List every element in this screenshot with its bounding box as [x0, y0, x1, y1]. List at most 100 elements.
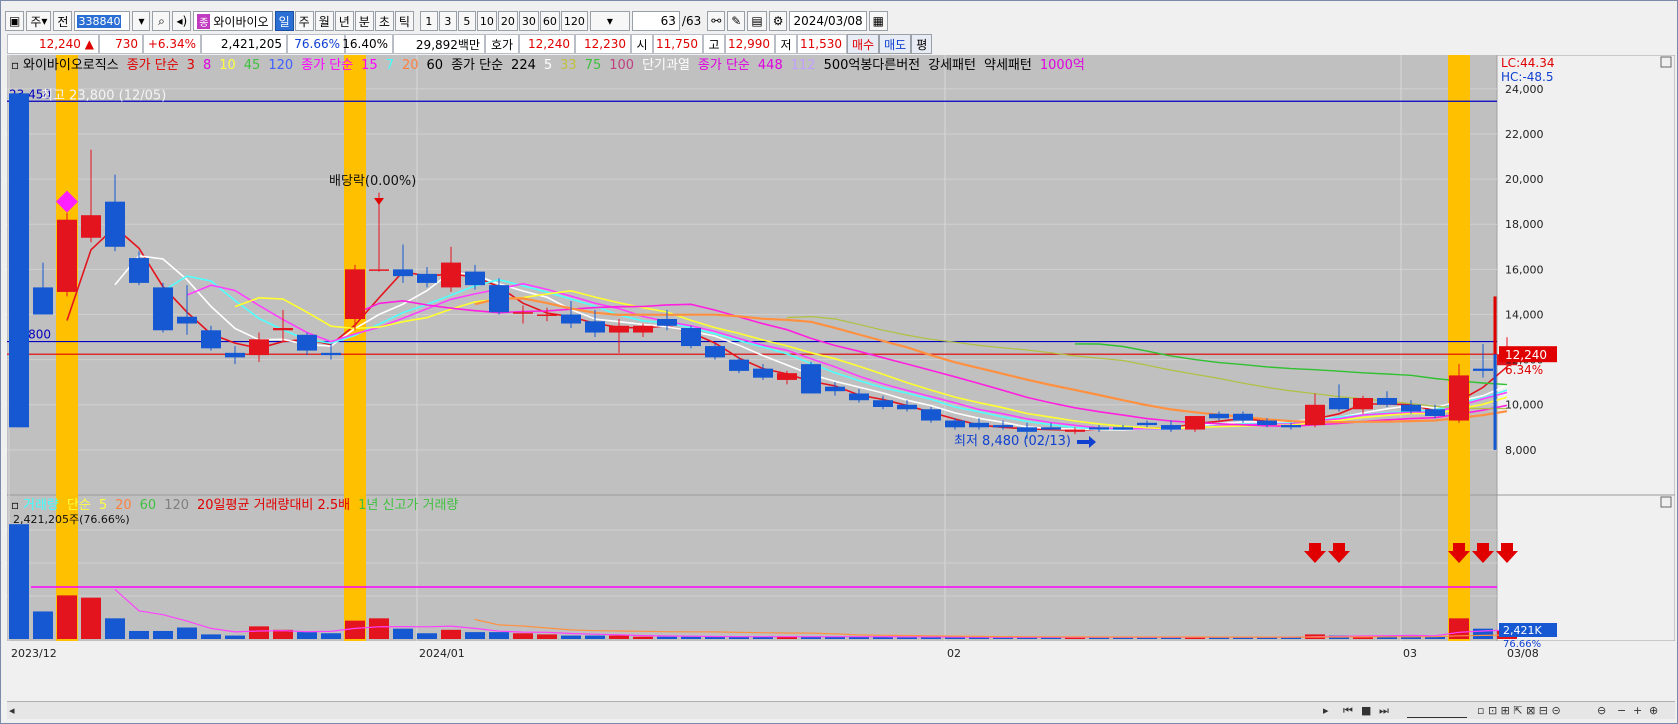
volume-bar: [33, 611, 53, 639]
period-button-4[interactable]: 분: [354, 11, 374, 31]
price-legend-item: 60: [427, 58, 444, 73]
legend-bullet: ▫: [11, 498, 19, 512]
volume-legend-item: 거래량: [23, 498, 59, 513]
plus-icon[interactable]: +: [1633, 704, 1642, 717]
forward-icon[interactable]: ⏭: [1379, 704, 1389, 718]
avg-button[interactable]: 평: [911, 34, 933, 54]
candle-body: [1449, 375, 1469, 421]
x-tick-label: 2024/01: [419, 647, 465, 660]
minute-button-120[interactable]: 120: [560, 11, 588, 31]
zoom-in-icon[interactable]: ⊕: [1649, 704, 1658, 717]
open-label: 시: [631, 34, 653, 54]
stop-icon[interactable]: ■: [1361, 704, 1371, 717]
period-button-6[interactable]: 틱: [394, 11, 414, 31]
layout-icon[interactable]: ▣: [5, 11, 25, 31]
price-legend-item: 약세패턴: [984, 58, 1032, 73]
zoom-out-icon[interactable]: ⊖: [1597, 704, 1606, 717]
candle-body: [753, 368, 773, 378]
period-button-1[interactable]: 주: [294, 11, 314, 31]
volume-bar: [633, 636, 653, 639]
code-dropdown-icon[interactable]: ▾: [132, 11, 151, 31]
volume-bar: [153, 630, 173, 639]
candle-body: [81, 215, 101, 238]
volume-bar: [921, 637, 941, 639]
period-button-2[interactable]: 월: [314, 11, 334, 31]
stock-code-input[interactable]: 338840: [74, 11, 131, 31]
candle-body: [465, 271, 485, 286]
candle-body: [1377, 397, 1397, 405]
date-input[interactable]: 2024/03/08: [789, 11, 867, 31]
volume-legend-item: 20: [115, 498, 132, 513]
period-button-0[interactable]: 일: [274, 11, 294, 31]
legend-bullet: ▫: [11, 58, 19, 72]
minute-button-5[interactable]: 5: [457, 11, 476, 31]
gear-icon[interactable]: ⚙: [768, 11, 788, 31]
volume-bar: [369, 618, 389, 639]
rewind-icon[interactable]: ⏮: [1343, 704, 1353, 718]
quote-bar: 12,240 ▲ 730 +6.34% 2,421,205 76.66% 16.…: [7, 34, 933, 54]
minute-button-20[interactable]: 20: [497, 11, 518, 31]
price-legend-item: 448: [758, 58, 783, 73]
period-button-3[interactable]: 년: [334, 11, 354, 31]
dividend-label: 배당락(0.00%): [329, 174, 416, 189]
period-button-5[interactable]: 초: [374, 11, 394, 31]
candle-body: [1329, 397, 1349, 410]
link-icon[interactable]: ⚯: [707, 11, 726, 31]
price-legend-item: 15: [361, 58, 378, 73]
prev-button[interactable]: 전: [53, 11, 73, 31]
scroll-right-icon[interactable]: ▸: [1323, 704, 1329, 717]
volume-bar: [561, 635, 581, 639]
stock-name-box[interactable]: 종 와이바이오: [193, 11, 273, 31]
speaker-icon[interactable]: ◂): [172, 11, 192, 31]
price-legend-item: 75: [585, 58, 602, 73]
count-input[interactable]: 63: [631, 11, 680, 31]
minute-button-10[interactable]: 10: [476, 11, 497, 31]
volume-bar: [9, 524, 29, 639]
minute-button-60[interactable]: 60: [539, 11, 560, 31]
candle-body: [1425, 409, 1445, 417]
volume-bar: [489, 632, 509, 639]
sell-button[interactable]: 매도: [879, 34, 912, 54]
minute-button-1[interactable]: 1: [419, 11, 438, 31]
search-icon[interactable]: ⌕: [152, 11, 171, 31]
candle-body: [153, 287, 173, 331]
candle-body: [705, 346, 725, 358]
minute-button-3[interactable]: 3: [438, 11, 457, 31]
candle-body: [777, 373, 797, 380]
buy-button[interactable]: 매수: [847, 34, 880, 54]
candle-body: [1233, 413, 1253, 421]
candle-body: [225, 352, 245, 358]
lc-label: LC:44.34: [1501, 56, 1554, 70]
interval-dropdown[interactable]: ▾: [589, 11, 630, 31]
price-legend-item: 8: [203, 58, 211, 73]
price-legend-item: 종가 단순: [127, 58, 179, 73]
candle-body: [825, 386, 845, 392]
y-tick-label: 16,000: [1505, 263, 1544, 276]
draw-icon[interactable]: ✎: [727, 11, 746, 31]
volume-legend-item: 1년 신고가 거래량: [358, 498, 458, 513]
quote-volume-ratio: 76.66%: [287, 34, 345, 54]
calendar-icon[interactable]: ▦: [868, 11, 888, 31]
tool-icons[interactable]: ▫ ⊡ ⊞ ⇱ ⊠ ⊟ ⊝: [1477, 704, 1561, 717]
candle-body: [897, 404, 917, 410]
scroll-left-icon[interactable]: ◂: [9, 704, 15, 717]
y-tick-label: 20,000: [1505, 173, 1544, 186]
price-chart[interactable]: 23,45012,800배당락(0.00%)최고 23,800 (12/05)최…: [7, 55, 1675, 701]
chart-scrollbar[interactable]: ◂ ▸ ⏮ ■ ⏭ ▫ ⊡ ⊞ ⇱ ⊠ ⊟ ⊝ ⊖ − + ⊕: [7, 701, 1675, 719]
period-dropdown[interactable]: 주 ▾: [26, 11, 52, 31]
candle-body: [633, 325, 653, 333]
minute-button-30[interactable]: 30: [518, 11, 539, 31]
price-legend-item: 3: [187, 58, 195, 73]
chart-toolbar: ▣ 주 ▾ 전 338840 ▾ ⌕ ◂) 종 와이바이오 일주월년분초틱 1351…: [5, 9, 888, 33]
volume-axis-label: 2,421K: [1503, 624, 1542, 637]
volume-bar: [129, 630, 149, 639]
quote-change-pct: +6.34%: [143, 34, 201, 54]
save-icon[interactable]: ▤: [747, 11, 767, 31]
candle-body: [249, 339, 269, 356]
minus-icon[interactable]: −: [1617, 704, 1626, 717]
count-total: /63: [681, 14, 702, 28]
price-legend-item: 33: [560, 58, 577, 73]
zoom-slider[interactable]: [1407, 704, 1467, 718]
price-legend-item: 100: [609, 58, 634, 73]
volume-bar: [321, 633, 341, 639]
